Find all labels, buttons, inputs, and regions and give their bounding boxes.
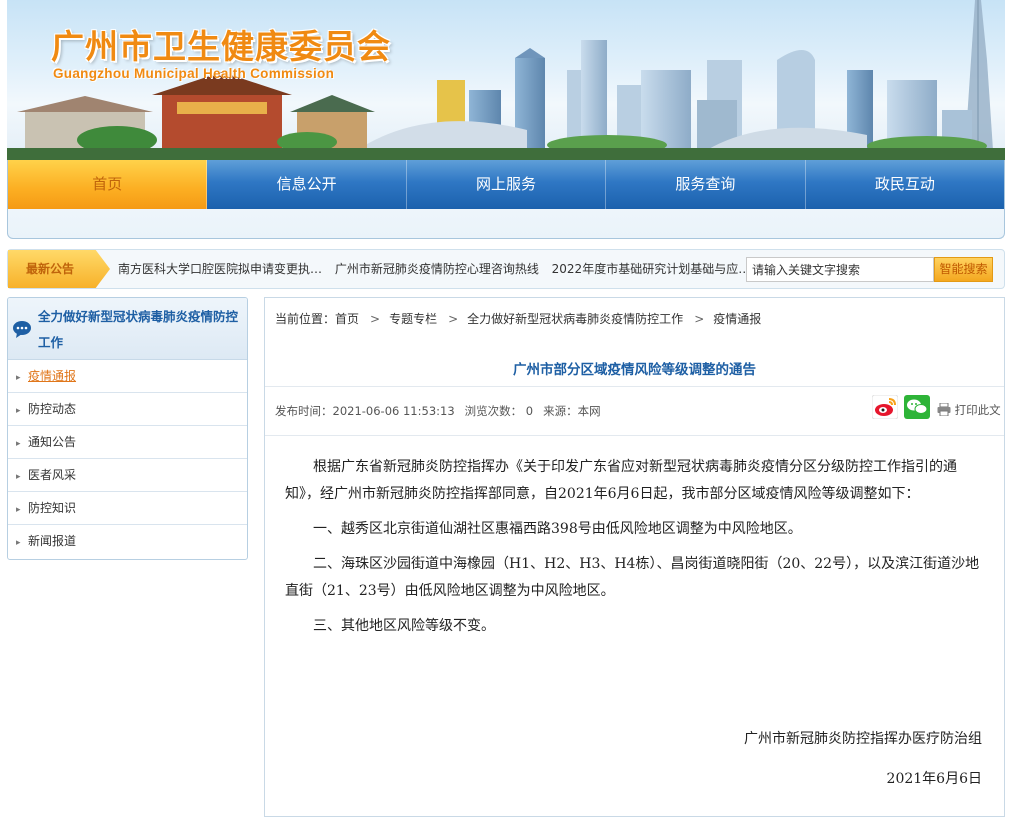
notice-item[interactable]: 广州市新冠肺炎疫情防控心理咨询热线: [335, 250, 545, 288]
weibo-share-icon[interactable]: [872, 395, 898, 419]
print-article-button[interactable]: 打印此文: [937, 402, 1001, 418]
sidebar-item-notices[interactable]: ▸ 通知公告: [8, 426, 247, 459]
notice-item[interactable]: 2022年度市基础研究计划基础与应用基础研究项目: [552, 250, 762, 288]
sidebar-item-label: 通知公告: [28, 435, 77, 449]
article-paragraph: 一、越秀区北京街道仙湖社区惠福西路398号由低风险地区调整为中风险地区。: [313, 521, 802, 537]
breadcrumb-separator: >: [448, 312, 459, 326]
breadcrumb-link-home[interactable]: 首页: [335, 312, 359, 326]
article-paragraph: 三、其他地区风险等级不变。: [313, 618, 495, 634]
sidebar-item-prevention-updates[interactable]: ▸ 防控动态: [8, 393, 247, 426]
article-title: 广州市部分区域疫情风险等级调整的通告: [513, 362, 756, 378]
article-paragraph: 根据广东省新冠肺炎防控指挥办《关于印发广东省应对新型冠状病毒肺炎疫情分区分级防控…: [285, 459, 957, 502]
publish-time-label: 发布时间：: [275, 404, 333, 418]
sidebar: 全力做好新型冠状病毒肺炎疫情防控工作 ▸ 疫情通报 ▸ 防控动态 ▸ 通知公告 ▸ 医者…: [7, 297, 248, 560]
sidebar-header: 全力做好新型冠状病毒肺炎疫情防控工作: [8, 298, 247, 360]
chevron-right-icon: ▸: [16, 505, 21, 515]
breadcrumb-prefix: 当前位置：: [275, 312, 336, 326]
search-input[interactable]: [746, 257, 934, 282]
publish-time: 2021-06-06 11:53:13: [332, 404, 455, 418]
notice-items: 南方医科大学口腔医院拟申请变更执业登记 广州市新冠肺炎疫情防控心理咨询热线 20…: [118, 250, 765, 288]
site-logo-english: Guangzhou Municipal Health Commission: [53, 66, 335, 81]
site-logo-chinese: 广州市卫生健康委员会: [51, 27, 391, 66]
article-meta: 发布时间：2021-06-06 11:53:13 浏览次数： 0 来源：本网: [275, 403, 601, 419]
source: 本网: [577, 404, 601, 418]
breadcrumb-separator: >: [694, 312, 705, 326]
sidebar-item-epidemic-report[interactable]: ▸ 疫情通报: [8, 360, 247, 393]
divider: [265, 386, 1004, 387]
view-count: 0: [525, 404, 534, 418]
article-panel: 当前位置：首页 > 专题专栏 > 全力做好新型冠状病毒肺炎疫情防控工作 > 疫情通报 广州市…: [264, 297, 1005, 817]
chevron-right-icon: ▸: [16, 406, 21, 416]
article-signoff: 广州市新冠肺炎防控指挥办医疗防治组: [744, 731, 982, 747]
breadcrumb-link-epidemic-report[interactable]: 疫情通报: [713, 312, 761, 326]
nav-tab-bar: 首页 信息公开 网上服务 服务查询 政民互动: [8, 160, 1004, 209]
chevron-right-icon: ▸: [16, 373, 21, 383]
sidebar-item-label: 新闻报道: [28, 534, 77, 548]
breadcrumb-separator: >: [370, 312, 381, 326]
sidebar-item-label: 医者风采: [28, 468, 77, 482]
sidebar-item-label: 疫情通报: [28, 369, 77, 383]
chevron-right-icon: ▸: [16, 472, 21, 482]
breadcrumb-link-covid-prevention[interactable]: 全力做好新型冠状病毒肺炎疫情防控工作: [467, 312, 683, 326]
nav-tab-home[interactable]: 首页: [8, 160, 208, 209]
chat-bubble-icon: [13, 321, 31, 338]
chevron-right-icon: ▸: [16, 439, 21, 449]
chevron-right-icon: ▸: [16, 538, 21, 548]
article-paragraph: 二、海珠区沙园街道中海橡园（H1、H2、H3、H4栋）、昌岗街道晓阳街（20、2…: [285, 556, 980, 599]
article-body: 根据广东省新冠肺炎防控指挥办《关于印发广东省应对新型冠状病毒肺炎疫情分区分级防控…: [285, 454, 985, 648]
printer-icon: [937, 402, 951, 417]
nav-tab-service-query[interactable]: 服务查询: [606, 160, 806, 209]
main-nav: 首页 信息公开 网上服务 服务查询 政民互动: [7, 160, 1005, 239]
source-label: 来源：: [543, 404, 578, 418]
article-date: 2021年6月6日: [886, 771, 982, 787]
breadcrumb: 当前位置：首页 > 专题专栏 > 全力做好新型冠状病毒肺炎疫情防控工作 > 疫情通报: [275, 310, 761, 327]
sidebar-item-label: 防控知识: [28, 501, 77, 515]
divider: [265, 435, 1004, 436]
notice-item[interactable]: 南方医科大学口腔医院拟申请变更执业登记: [118, 250, 328, 288]
notice-bar: 最新公告 南方医科大学口腔医院拟申请变更执业登记 广州市新冠肺炎疫情防控心理咨询…: [7, 249, 1005, 289]
breadcrumb-link-special-topics[interactable]: 专题专栏: [389, 312, 437, 326]
site-banner: 广州市卫生健康委员会 Guangzhou Municipal Health Co…: [7, 0, 1005, 160]
sidebar-item-news[interactable]: ▸ 新闻报道: [8, 525, 247, 558]
print-label: 打印此文: [954, 403, 1001, 417]
sidebar-item-label: 防控动态: [28, 402, 77, 416]
nav-tab-online-services[interactable]: 网上服务: [407, 160, 607, 209]
notice-label: 最新公告: [8, 250, 110, 288]
sidebar-title: 全力做好新型冠状病毒肺炎疫情防控工作: [38, 309, 239, 350]
sidebar-menu: ▸ 疫情通报 ▸ 防控动态 ▸ 通知公告 ▸ 医者风采 ▸ 防控知识 ▸ 新闻报道: [8, 360, 247, 558]
smart-search-button[interactable]: 智能搜索: [934, 257, 993, 282]
view-count-label: 浏览次数：: [464, 404, 523, 418]
sidebar-item-prevention-knowledge[interactable]: ▸ 防控知识: [8, 492, 247, 525]
wechat-share-icon[interactable]: [904, 395, 930, 419]
sidebar-item-medical-staff[interactable]: ▸ 医者风采: [8, 459, 247, 492]
nav-tab-public-interaction[interactable]: 政民互动: [806, 160, 1004, 209]
nav-tab-info-disclosure[interactable]: 信息公开: [207, 160, 407, 209]
